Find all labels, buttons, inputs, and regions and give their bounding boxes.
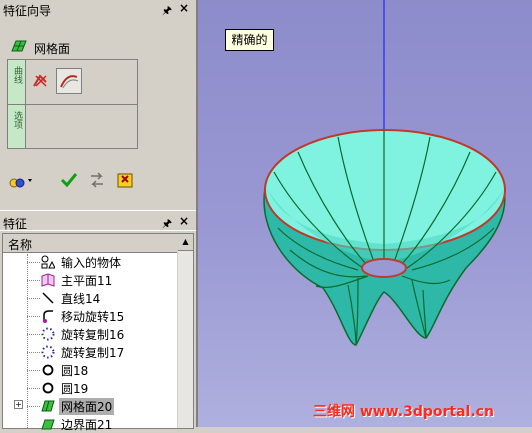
tree-branch: [27, 298, 40, 299]
tree-branch: [27, 370, 40, 371]
select-curve-button[interactable]: [30, 70, 52, 95]
line-icon: [42, 292, 54, 304]
close-icon[interactable]: ×: [179, 1, 189, 15]
wizard-header: 网格面: [10, 39, 70, 56]
cursor-options-button[interactable]: [8, 171, 34, 192]
curves-side-label: 曲线: [8, 60, 26, 104]
curve-mode-button[interactable]: [56, 68, 82, 94]
expand-toggle[interactable]: +: [14, 400, 23, 409]
rotate-copy-icon: [41, 345, 55, 359]
checkmark-icon: [60, 173, 78, 188]
close-icon[interactable]: ×: [179, 214, 189, 228]
ok-button[interactable]: [60, 171, 78, 192]
tree-item-label: 旋转复制17: [61, 346, 125, 360]
tree-branch: [27, 262, 40, 263]
watermark: 三维网 www.3dportal.cn: [313, 404, 494, 420]
tree-item-label: 直线14: [61, 292, 101, 306]
tree-item-label: 旋转复制16: [61, 328, 125, 342]
column-header-label: 名称: [8, 238, 33, 252]
tree-item-label: 边界面21: [61, 418, 113, 432]
mesh-surface-icon: [41, 400, 55, 412]
move-rotate-icon: [43, 310, 53, 323]
rotate-copy-icon: [41, 327, 55, 341]
wizard-feature-name: 网格面: [34, 42, 71, 56]
precision-tooltip: 精确的: [225, 29, 274, 51]
boundary-surface-icon: [41, 419, 55, 430]
tree-branch: [27, 280, 40, 281]
apply-button[interactable]: [88, 171, 106, 192]
curves-row: 曲线: [8, 60, 137, 105]
wizard-titlebar: 特征向导 🖈 ×: [0, 0, 196, 18]
import-icon: [41, 255, 55, 269]
help-button[interactable]: [116, 171, 134, 192]
feature-wizard: 网格面 曲线 选项: [0, 17, 196, 210]
tree-item-label: 输入的物体: [61, 256, 122, 270]
3d-viewport[interactable]: 精确的 三维网 www.3dportal.cn: [196, 0, 532, 427]
wizard-input-grid: 曲线 选项: [7, 59, 138, 149]
bowl-rim-interior: [264, 129, 506, 251]
help-icon: [117, 173, 133, 188]
bottom-hole: [361, 258, 407, 278]
cursor-icon: [9, 178, 32, 188]
options-side-label: 选项: [8, 105, 26, 148]
tree-branch: [27, 352, 40, 353]
mesh-surface-icon: [11, 40, 27, 52]
curve-mode-icon: [60, 75, 79, 89]
curve-select-icon: [33, 74, 47, 87]
plane-icon: [41, 273, 55, 287]
feature-tree: 名称 ▲ 输入的物体 主平面11 直线14 移动旋转15 旋转复制16 旋转复制…: [2, 233, 194, 432]
tree-item-label: 圆18: [61, 364, 89, 378]
scroll-up-button[interactable]: ▲: [178, 234, 193, 251]
circle-icon: [42, 382, 54, 394]
features-titlebar: 特征 🖈 ×: [0, 213, 196, 231]
column-header[interactable]: 名称: [3, 234, 178, 253]
tree-item-label: 圆19: [61, 382, 89, 396]
tree-item-label: 移动旋转15: [61, 310, 125, 324]
left-panel: 特征向导 🖈 × 网格面 曲线 选项 特征 🖈 × 名称 ▲ 输入的物体 主平面…: [0, 0, 196, 432]
tree-branch: [27, 334, 40, 335]
circle-icon: [42, 364, 54, 376]
tree-item-label: 网格面20: [59, 398, 115, 415]
tree-item-label: 主平面11: [61, 274, 113, 288]
tree-branch: [27, 388, 40, 389]
surface-model: [263, 0, 506, 346]
apply-arrow-icon: [91, 172, 103, 188]
pin-icon[interactable]: 🖈: [162, 215, 172, 234]
tree-branch: [27, 316, 40, 317]
features-title: 特征: [3, 217, 28, 231]
vertical-scrollbar[interactable]: ▲: [177, 234, 193, 428]
tree-branch: [27, 406, 40, 407]
